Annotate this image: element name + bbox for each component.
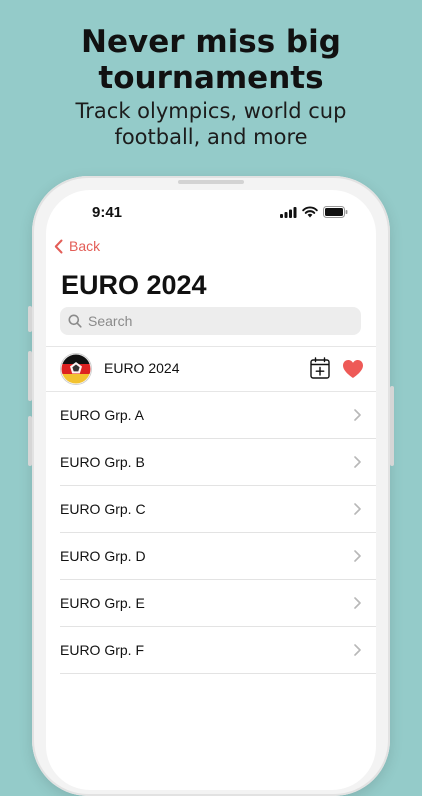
chevron-right-icon (354, 550, 361, 562)
promo-headline: Never miss big tournaments (0, 24, 422, 96)
phone-mute-switch (28, 306, 32, 332)
group-label: EURO Grp. E (60, 595, 145, 611)
chevron-right-icon (354, 597, 361, 609)
headline-text: Never miss big tournaments (81, 24, 341, 96)
group-label: EURO Grp. C (60, 501, 146, 517)
group-label: EURO Grp. D (60, 548, 146, 564)
status-bar: 9:41 (46, 190, 376, 234)
heart-icon[interactable] (342, 359, 364, 379)
phone-volume-up (28, 351, 32, 401)
group-list: EURO Grp. A EURO Grp. B EURO Grp. C EURO… (60, 392, 376, 674)
list-item[interactable]: EURO Grp. E (60, 580, 376, 627)
euro-logo-icon (60, 353, 92, 385)
subline-text: Track olympics, world cup football, and … (75, 99, 347, 149)
add-to-calendar-icon[interactable] (310, 357, 330, 379)
wifi-icon (302, 206, 318, 218)
chevron-right-icon (354, 456, 361, 468)
search-input[interactable] (86, 312, 350, 330)
chevron-right-icon (354, 644, 361, 656)
list-item[interactable]: EURO Grp. C (60, 486, 376, 533)
phone-top-edge (178, 180, 244, 184)
back-label: Back (69, 238, 101, 254)
group-label: EURO Grp. A (60, 407, 145, 423)
list-item[interactable]: EURO Grp. F (60, 627, 376, 674)
promo-subline: Track olympics, world cup football, and … (0, 98, 422, 150)
status-time: 9:41 (92, 204, 123, 221)
tournament-name: EURO 2024 (104, 360, 180, 376)
search-icon (68, 314, 82, 328)
tournament-row[interactable]: EURO 2024 (46, 346, 376, 392)
search-bar[interactable] (60, 307, 361, 335)
list-item[interactable]: EURO Grp. B (60, 439, 376, 486)
list-item[interactable]: EURO Grp. A (60, 392, 376, 439)
phone-frame: 9:41 Back EURO 2024 Search EURO 2024 EUR… (28, 176, 394, 796)
app-screen: 9:41 Back EURO 2024 Search EURO 2024 EUR… (46, 190, 376, 790)
signal-icon (280, 206, 297, 218)
list-item[interactable]: EURO Grp. D (60, 533, 376, 580)
chevron-right-icon (354, 503, 361, 515)
phone-volume-down (28, 416, 32, 466)
page-title: EURO 2024 (61, 270, 207, 300)
battery-icon (323, 206, 348, 218)
status-icons (280, 206, 348, 218)
group-label: EURO Grp. B (60, 454, 145, 470)
chevron-right-icon (354, 409, 361, 421)
group-label: EURO Grp. F (60, 642, 145, 658)
back-button[interactable]: Back (54, 238, 100, 254)
phone-power-button (390, 386, 394, 466)
chevron-left-icon (54, 239, 63, 253)
